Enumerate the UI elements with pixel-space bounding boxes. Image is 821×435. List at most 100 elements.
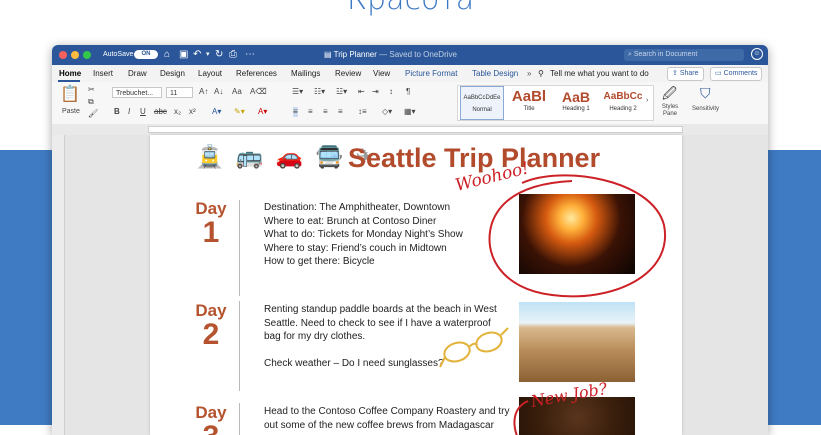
day-number: 3 xyxy=(194,422,228,435)
clear-formatting-icon[interactable]: A⌫ xyxy=(250,87,267,97)
paste-button[interactable]: Paste xyxy=(62,107,80,117)
day-2-content: Renting standup paddle boards at the bea… xyxy=(264,303,514,370)
text-effects-icon[interactable]: A▾ xyxy=(212,107,221,117)
day-2-divider xyxy=(239,301,240,391)
change-case-icon[interactable]: Aa xyxy=(232,87,242,97)
vertical-ruler[interactable] xyxy=(52,135,65,435)
save-icon[interactable]: ▣ xyxy=(179,49,188,60)
style-heading-2[interactable]: AaBbCc Heading 2 xyxy=(601,86,645,120)
style-heading-1[interactable]: AaB Heading 1 xyxy=(554,86,598,120)
home-icon[interactable]: ⌂ xyxy=(164,49,170,60)
style-heading-2-preview: AaBbCc xyxy=(603,91,643,102)
day-2-line: Renting standup paddle boards at the bea… xyxy=(264,304,497,315)
tab-review[interactable]: Review xyxy=(335,69,361,78)
beach-photo[interactable] xyxy=(519,302,635,382)
more-tabs-icon[interactable]: » xyxy=(527,69,531,78)
superscript-button[interactable]: x² xyxy=(189,107,196,117)
style-normal-name: Normal xyxy=(472,107,492,113)
sort-icon[interactable]: ↕ xyxy=(389,87,393,97)
print-icon[interactable]: ⎙ xyxy=(229,49,237,60)
doc-icon: ▤ xyxy=(324,50,334,59)
document-page[interactable]: 🚊 🚌 🚗 🚍 ✈ Seattle Trip Planner Day 1 Des… xyxy=(150,135,682,435)
tab-insert[interactable]: Insert xyxy=(93,69,113,78)
minimize-window-button[interactable] xyxy=(71,51,79,59)
font-size-select[interactable]: 11 xyxy=(166,87,193,98)
sensitivity-button[interactable]: Sensitivity xyxy=(692,104,719,114)
coach-icon: 🚍 xyxy=(315,144,343,169)
style-normal-preview: AaBbCcDdEe xyxy=(463,95,501,101)
tab-view[interactable]: View xyxy=(373,69,390,78)
styles-pane-icon[interactable]: 🖉 xyxy=(662,85,677,101)
font-color-icon[interactable]: A▾ xyxy=(258,107,267,117)
tab-design[interactable]: Design xyxy=(160,69,185,78)
italic-button[interactable]: I xyxy=(128,107,130,117)
day-1-line: What to do: Tickets for Monday Night’s S… xyxy=(264,229,463,240)
bullets-icon[interactable]: ☰▾ xyxy=(292,87,303,97)
styles-pane-button[interactable]: Styles Pane xyxy=(657,104,683,118)
subscript-button[interactable]: x₂ xyxy=(174,107,181,117)
font-name-select[interactable]: Trebuchet... xyxy=(112,87,162,98)
customize-toolbar-icon[interactable]: ⋯ xyxy=(245,49,255,60)
bold-button[interactable]: B xyxy=(114,107,120,117)
train-icon: 🚊 xyxy=(196,144,224,169)
coffee-photo[interactable] xyxy=(519,397,635,435)
tab-mailings[interactable]: Mailings xyxy=(291,69,320,78)
cut-icon[interactable]: ✂ xyxy=(88,85,95,95)
tab-table-design[interactable]: Table Design xyxy=(472,69,518,78)
autosave-label: AutoSave xyxy=(103,51,134,58)
line-spacing-icon[interactable]: ↕≡ xyxy=(358,107,367,117)
multilevel-list-icon[interactable]: ☳▾ xyxy=(336,87,347,97)
numbering-icon[interactable]: ☷▾ xyxy=(314,87,325,97)
sensitivity-icon[interactable]: ⛉ xyxy=(700,85,711,101)
day-1-line: How to get there: Bicycle xyxy=(264,256,375,267)
redo-icon[interactable]: ↻ xyxy=(215,49,223,60)
ribbon-tabs: Home Insert Draw Design Layout Reference… xyxy=(52,65,768,82)
grow-font-icon[interactable]: A↑ xyxy=(199,87,208,97)
share-label: Share xyxy=(679,70,699,77)
shading-icon[interactable]: ◇▾ xyxy=(382,107,392,117)
day-3-line: Head to the Contoso Coffee Company Roast… xyxy=(264,406,510,417)
undo-dropdown-icon[interactable]: ▾ xyxy=(206,49,210,60)
tell-me-box[interactable]: Tell me what you want to do xyxy=(550,69,649,78)
decrease-indent-icon[interactable]: ⇤ xyxy=(358,87,365,97)
search-input[interactable]: ⌕ Search in Document xyxy=(624,49,744,61)
tab-draw[interactable]: Draw xyxy=(128,69,147,78)
borders-icon[interactable]: ▦▾ xyxy=(404,107,416,117)
close-window-button[interactable] xyxy=(59,51,67,59)
style-title[interactable]: AaBl Title xyxy=(507,86,551,120)
underline-button[interactable]: U xyxy=(140,107,146,117)
zoom-window-button[interactable] xyxy=(83,51,91,59)
style-title-name: Title xyxy=(523,106,535,112)
hero-title: Красота xyxy=(0,0,821,17)
document-heading: Seattle Trip Planner xyxy=(348,143,601,173)
feedback-smiley-icon[interactable]: ☺ xyxy=(751,48,763,60)
share-button[interactable]: ⇪ Share xyxy=(667,67,704,81)
tab-home[interactable]: Home xyxy=(59,69,81,78)
format-painter-icon[interactable]: 🖌 xyxy=(88,109,98,119)
doc-status: — Saved to OneDrive xyxy=(379,50,457,59)
paste-icon[interactable]: 📋 xyxy=(60,86,80,104)
undo-icon[interactable]: ↶ xyxy=(193,49,201,60)
tab-layout[interactable]: Layout xyxy=(198,69,222,78)
increase-indent-icon[interactable]: ⇥ xyxy=(372,87,379,97)
style-normal[interactable]: AaBbCcDdEe Normal xyxy=(460,86,504,120)
strikethrough-button[interactable]: abc xyxy=(154,107,167,117)
day-3-divider xyxy=(239,403,240,435)
tab-picture-format[interactable]: Picture Format xyxy=(405,69,457,78)
shrink-font-icon[interactable]: A↓ xyxy=(214,87,223,97)
styles-more-icon[interactable]: › xyxy=(646,96,648,106)
copy-icon[interactable]: ⧉ xyxy=(88,97,94,107)
show-formatting-icon[interactable]: ¶ xyxy=(406,87,410,97)
styles-gallery: AaBbCcDdEe Normal AaBl Title AaB Heading… xyxy=(457,85,654,121)
align-right-button[interactable]: ≡ xyxy=(323,107,328,117)
day-3-content: Head to the Contoso Coffee Company Roast… xyxy=(264,405,514,432)
concert-photo[interactable] xyxy=(519,194,635,274)
justify-button[interactable]: ≡ xyxy=(338,107,343,117)
align-center-button[interactable]: ≡ xyxy=(308,107,313,117)
day-1-content: Destination: The Amphitheater, Downtown … xyxy=(264,201,504,269)
highlight-icon[interactable]: ✎▾ xyxy=(234,107,245,117)
autosave-toggle[interactable]: ON xyxy=(134,50,158,59)
comments-button[interactable]: ▭ Comments xyxy=(710,67,763,81)
align-left-button[interactable]: ≡ xyxy=(293,107,298,117)
tab-references[interactable]: References xyxy=(236,69,277,78)
